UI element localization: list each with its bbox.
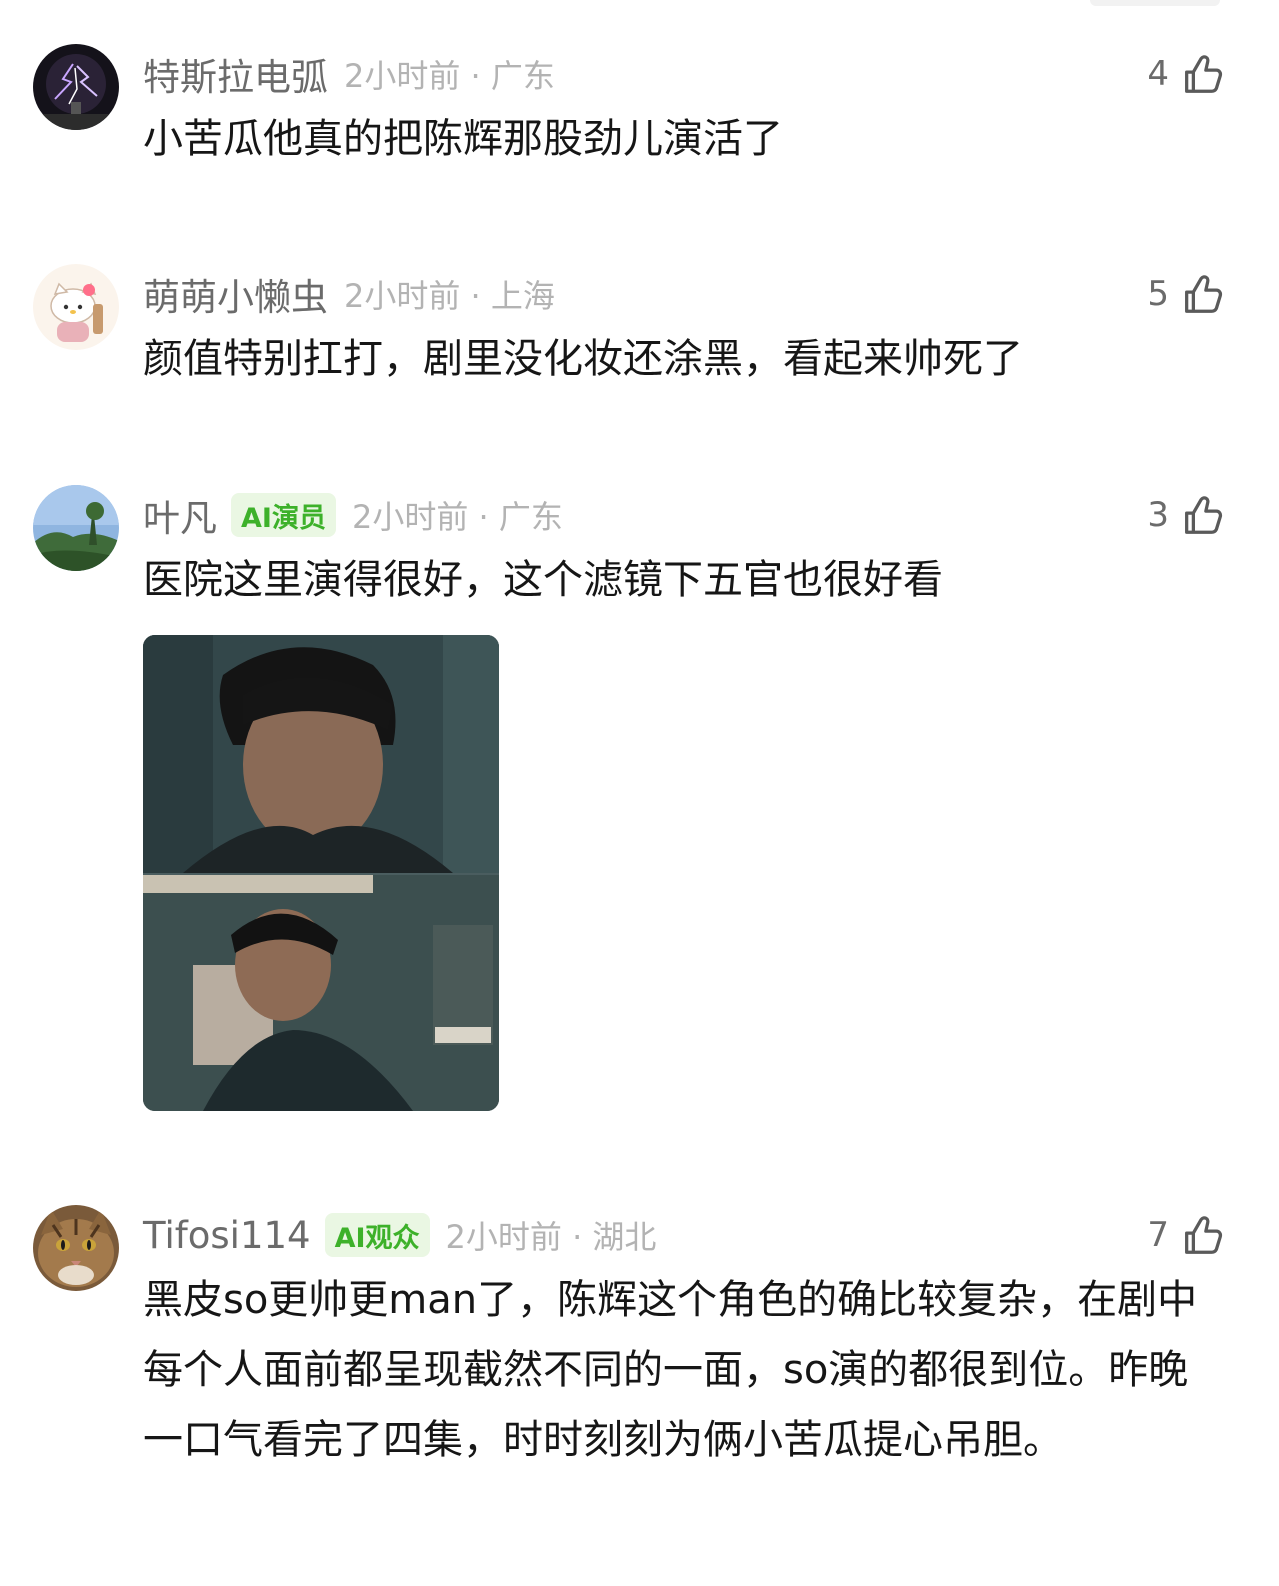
comment-text: 颜值特别扛打，剧里没化妆还涂黑，看起来帅死了	[143, 336, 1023, 382]
like-count: 4	[1147, 54, 1169, 94]
comment-meta: 2小时前 · 广东	[344, 57, 555, 95]
comment-meta: 2小时前 · 湖北	[445, 1218, 657, 1256]
like-count: 5	[1147, 274, 1169, 314]
cat-avatar-icon	[33, 1205, 119, 1291]
thumbs-up-icon	[1179, 1212, 1225, 1258]
user-badge: AI观众	[324, 1213, 430, 1257]
comment-meta: 2小时前 · 广东	[351, 498, 563, 536]
photo-collage	[143, 635, 499, 1111]
comment-attached-image[interactable]	[143, 635, 499, 1111]
comment-meta: 2小时前 · 上海	[344, 277, 555, 315]
user-badge: AI演员	[231, 493, 336, 537]
like-button[interactable]: 3	[1110, 489, 1225, 541]
username[interactable]: 萌萌小懒虫	[143, 267, 328, 321]
thumbs-up-icon	[1179, 51, 1225, 97]
comment-text: 医院这里演得很好，这个滤镜下五官也很好看	[143, 557, 943, 603]
username[interactable]: 叶凡	[143, 488, 217, 542]
landscape-avatar-icon	[33, 485, 119, 571]
username[interactable]: 特斯拉电弧	[143, 47, 328, 101]
like-button[interactable]: 4	[1110, 48, 1225, 100]
username[interactable]: Tifosi114	[143, 1214, 311, 1257]
tesla-coil-avatar-icon	[33, 44, 119, 130]
comment-text: 小苦瓜他真的把陈辉那股劲儿演活了	[143, 116, 783, 162]
thumbs-up-icon	[1179, 492, 1225, 538]
user-avatar[interactable]	[33, 264, 119, 350]
user-avatar[interactable]	[33, 44, 119, 130]
like-count: 3	[1147, 495, 1169, 535]
user-avatar[interactable]	[33, 485, 119, 571]
comment-text: 黑皮so更帅更man了，陈辉这个角色的确比较复杂，在剧中每个人面前都呈现截然不同…	[143, 1277, 1198, 1463]
thumbs-up-icon	[1179, 271, 1225, 317]
like-count: 7	[1147, 1215, 1169, 1255]
top-edge-element	[1090, 0, 1220, 6]
like-button[interactable]: 7	[1110, 1209, 1225, 1261]
like-button[interactable]: 5	[1110, 268, 1225, 320]
user-avatar[interactable]	[33, 1205, 119, 1291]
hello-kitty-avatar-icon	[33, 264, 119, 350]
